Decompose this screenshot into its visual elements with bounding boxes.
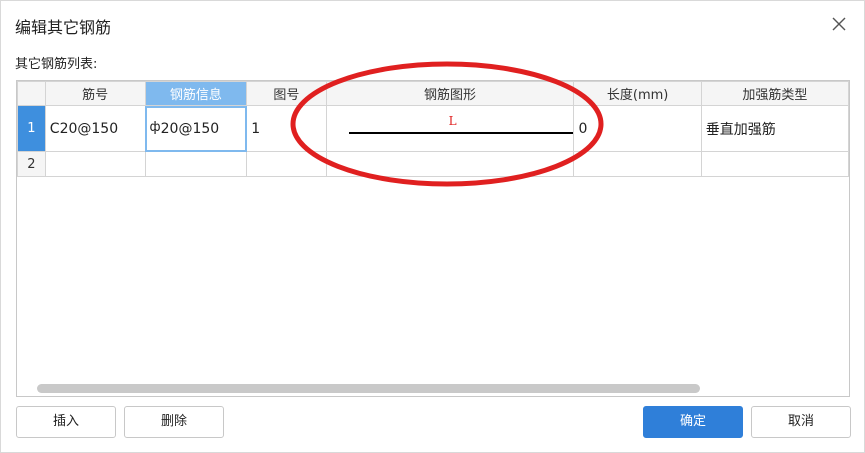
column-header-figure-no[interactable]: 图号	[246, 81, 327, 106]
column-header-reinforce-type[interactable]: 加强筋类型	[700, 81, 849, 106]
column-header-rebar-shape[interactable]: 钢筋图形	[325, 81, 575, 106]
cell-rebar-info-value: 20@150	[160, 121, 220, 137]
cell-figure-no[interactable]	[246, 151, 327, 177]
corner-cell	[17, 81, 46, 106]
horizontal-scrollbar[interactable]	[37, 384, 700, 393]
column-header-rebar-info[interactable]: 钢筋信息	[144, 81, 248, 106]
close-icon	[832, 17, 846, 31]
cell-bar-no[interactable]	[44, 151, 146, 177]
table-row[interactable]: 1 C20@150 ф20@150 1 L 0 垂直加强筋	[17, 105, 849, 152]
shape-dimension-label: L	[448, 114, 457, 128]
cell-length[interactable]	[573, 151, 702, 177]
table-header-row: 筋号 钢筋信息 图号 钢筋图形 长度(mm) 加强筋类型	[17, 81, 849, 106]
cell-reinforce-type[interactable]: 垂直加强筋	[700, 105, 849, 152]
rebar-table: 筋号 钢筋信息 图号 钢筋图形 长度(mm) 加强筋类型 1 C20@150 ф…	[17, 81, 849, 177]
rebar-list-label: 其它钢筋列表:	[15, 57, 98, 72]
column-header-length[interactable]: 长度(mm)	[573, 81, 702, 106]
rebar-grade-symbol: ф	[149, 120, 161, 135]
title-bar: 编辑其它钢筋	[1, 1, 864, 47]
cancel-button[interactable]: 取消	[751, 406, 851, 438]
cell-reinforce-type[interactable]	[700, 151, 849, 177]
row-number[interactable]: 1	[17, 105, 46, 152]
dialog-title: 编辑其它钢筋	[15, 18, 112, 37]
delete-button[interactable]: 删除	[124, 406, 224, 438]
column-header-bar-no[interactable]: 筋号	[44, 81, 146, 106]
close-button[interactable]	[828, 13, 850, 35]
rebar-grid: 筋号 钢筋信息 图号 钢筋图形 长度(mm) 加强筋类型 1 C20@150 ф…	[16, 80, 850, 397]
cell-rebar-shape[interactable]	[325, 151, 575, 177]
cell-rebar-info[interactable]: ф20@150	[144, 105, 248, 152]
row-number[interactable]: 2	[17, 151, 46, 177]
rebar-shape-line	[348, 132, 573, 134]
edit-other-rebar-dialog: 编辑其它钢筋 其它钢筋列表: 筋号 钢筋信息 图号 钢筋图形 长度(mm) 加强…	[0, 0, 865, 453]
table-row[interactable]: 2	[17, 151, 849, 177]
cell-rebar-shape[interactable]: L	[325, 105, 575, 152]
cell-figure-no[interactable]: 1	[246, 105, 327, 152]
cell-bar-no[interactable]: C20@150	[44, 105, 146, 152]
insert-button[interactable]: 插入	[16, 406, 116, 438]
cell-rebar-info[interactable]	[144, 151, 248, 177]
ok-button[interactable]: 确定	[643, 406, 743, 438]
cell-length[interactable]: 0	[573, 105, 702, 152]
